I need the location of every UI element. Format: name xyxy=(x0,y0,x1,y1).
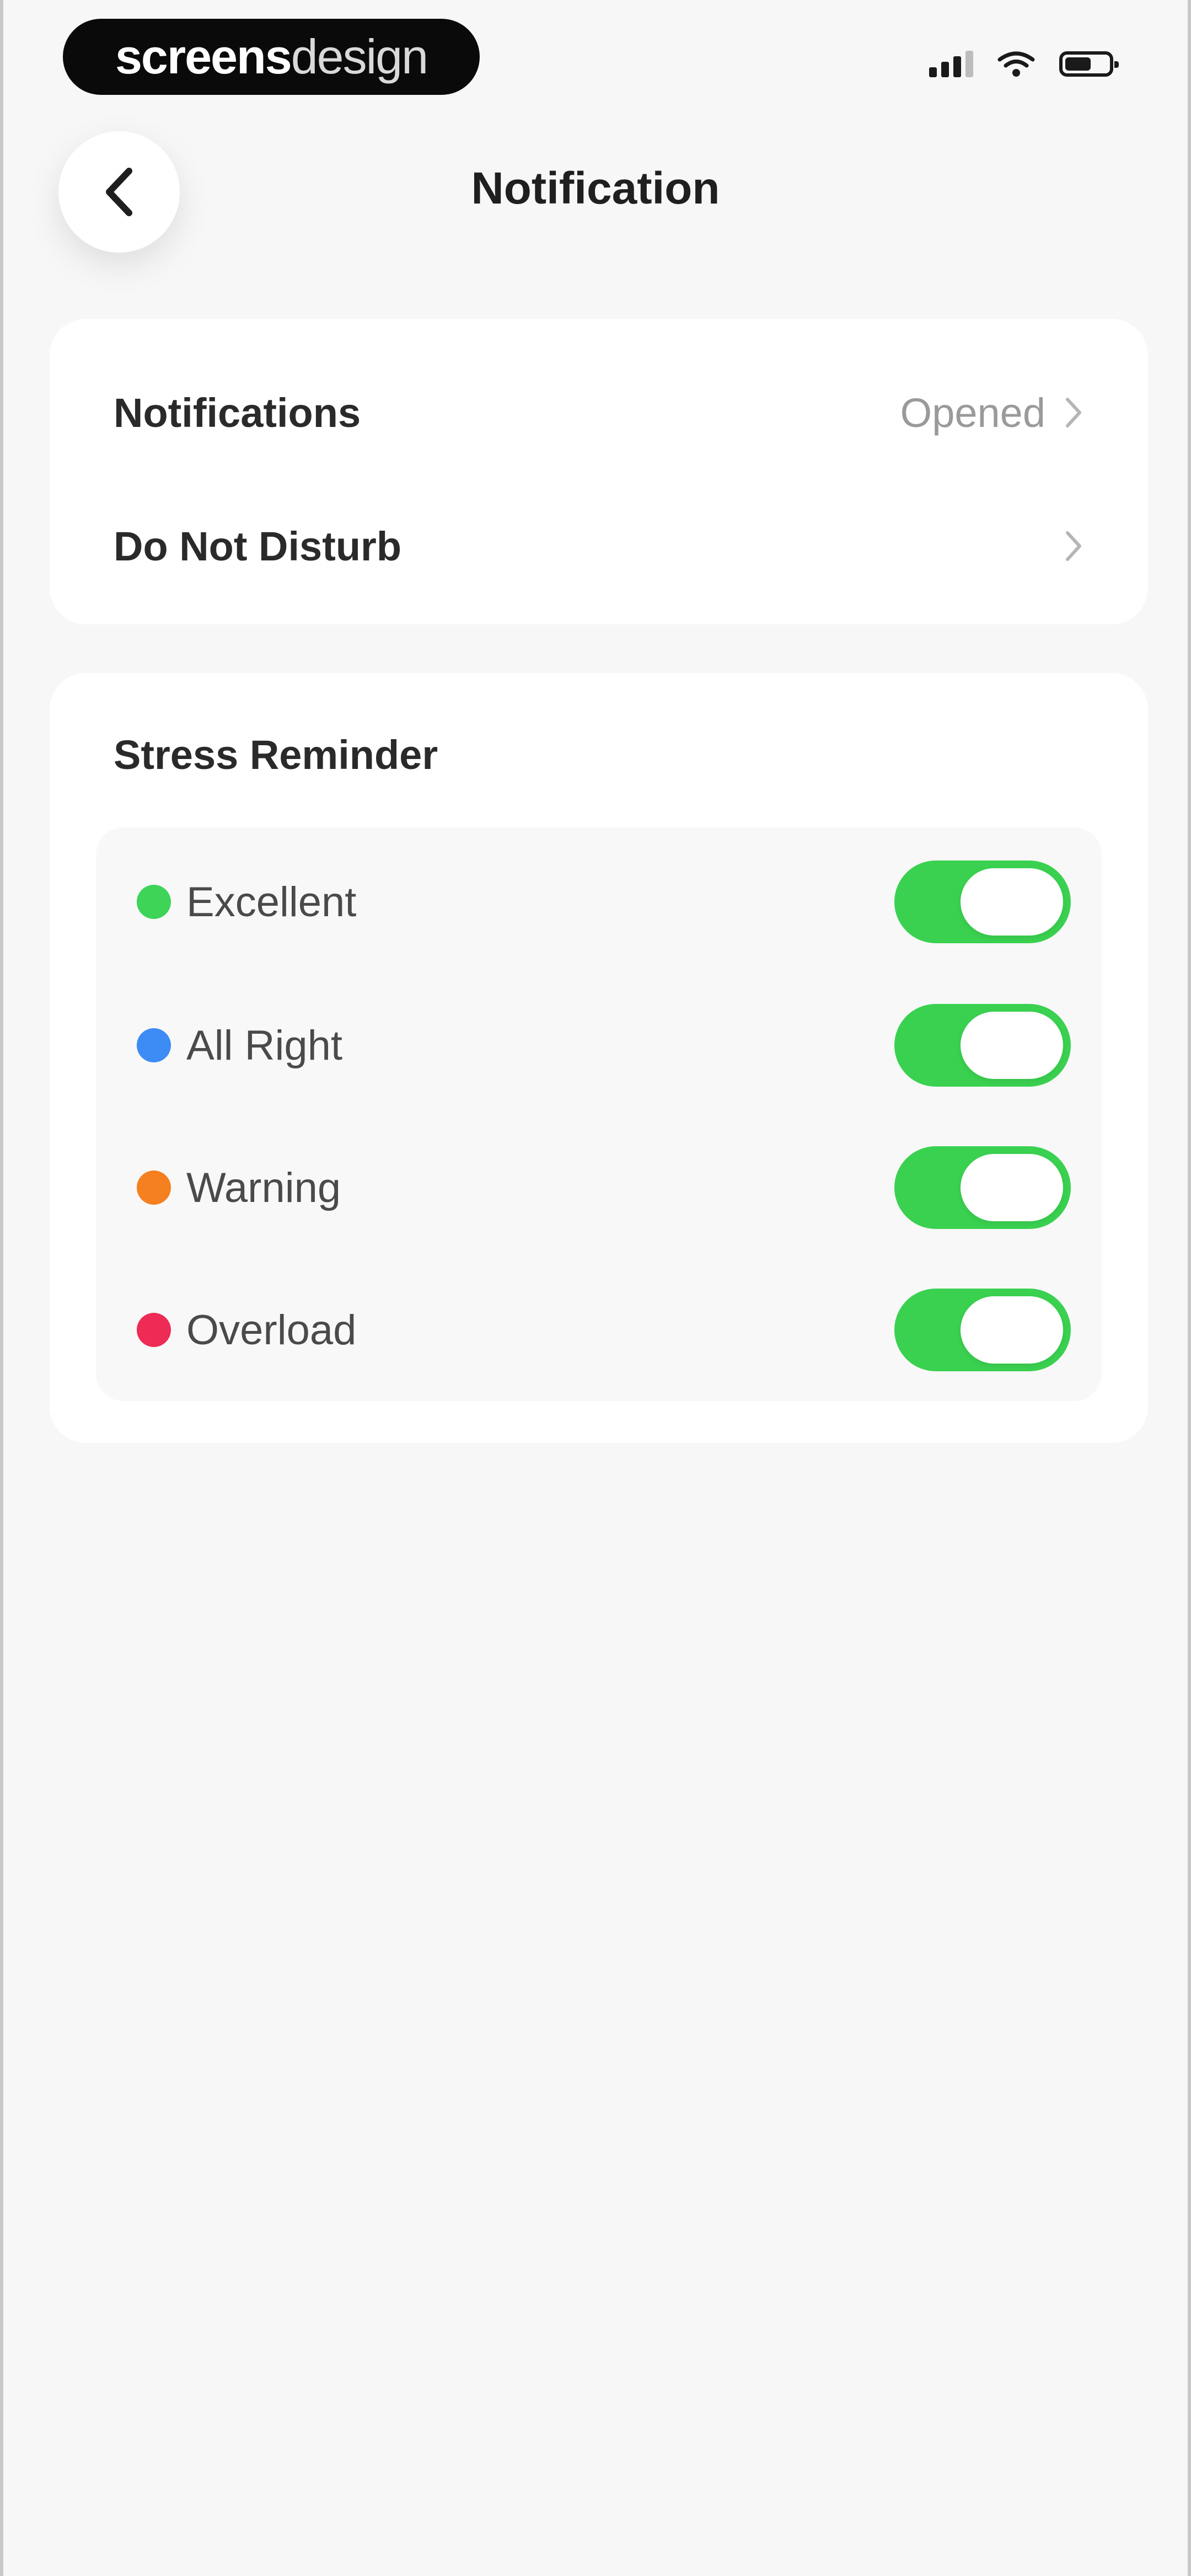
notifications-status: Opened xyxy=(900,389,1045,436)
status-dot-icon xyxy=(137,1028,171,1062)
chevron-right-icon xyxy=(1066,398,1081,427)
stress-level-excellent-row: Excellent xyxy=(96,855,1102,949)
notification-settings-card: Notifications Opened Do Not Disturb xyxy=(50,319,1148,624)
page-title: Notification xyxy=(471,163,720,213)
overload-toggle[interactable] xyxy=(894,1289,1071,1371)
stress-level-all-right-row: All Right xyxy=(96,998,1102,1092)
stress-reminder-card: Stress Reminder Excellent All Right Warn… xyxy=(50,673,1148,1443)
chevron-right-icon xyxy=(1066,531,1081,561)
toggle-knob xyxy=(961,868,1063,936)
stress-level-label: Warning xyxy=(186,1164,341,1211)
do-not-disturb-row[interactable]: Do Not Disturb xyxy=(50,491,1148,601)
toggle-knob xyxy=(961,1012,1063,1079)
warning-toggle[interactable] xyxy=(894,1146,1071,1229)
excellent-toggle[interactable] xyxy=(894,861,1071,943)
status-icons xyxy=(929,51,1119,77)
status-dot-icon xyxy=(137,885,171,919)
stress-level-label: All Right xyxy=(186,1022,342,1069)
notifications-row[interactable]: Notifications Opened xyxy=(50,357,1148,468)
status-dot-icon xyxy=(137,1313,171,1347)
stress-level-warning-row: Warning xyxy=(96,1141,1102,1234)
brand-logo-strong: screens xyxy=(115,29,292,84)
battery-icon xyxy=(1059,51,1119,77)
stress-level-label: Overload xyxy=(186,1306,357,1354)
wifi-icon xyxy=(997,51,1035,77)
do-not-disturb-label: Do Not Disturb xyxy=(114,523,402,569)
phone-screen: screens design Notification Notifications… xyxy=(0,0,1191,2576)
toggle-knob xyxy=(961,1296,1063,1364)
stress-reminder-title: Stress Reminder xyxy=(114,732,438,778)
stress-level-label: Excellent xyxy=(186,878,357,926)
brand-logo: screens design xyxy=(63,19,480,95)
status-dot-icon xyxy=(137,1171,171,1205)
notifications-label: Notifications xyxy=(114,389,361,436)
all-right-toggle[interactable] xyxy=(894,1004,1071,1087)
brand-logo-light: design xyxy=(291,29,428,84)
toggle-knob xyxy=(961,1154,1063,1221)
stress-level-overload-row: Overload xyxy=(96,1283,1102,1377)
battery-level-fill xyxy=(1065,57,1091,71)
cellular-signal-icon xyxy=(929,51,973,77)
stress-levels-panel: Excellent All Right Warning Overload xyxy=(96,827,1102,1401)
